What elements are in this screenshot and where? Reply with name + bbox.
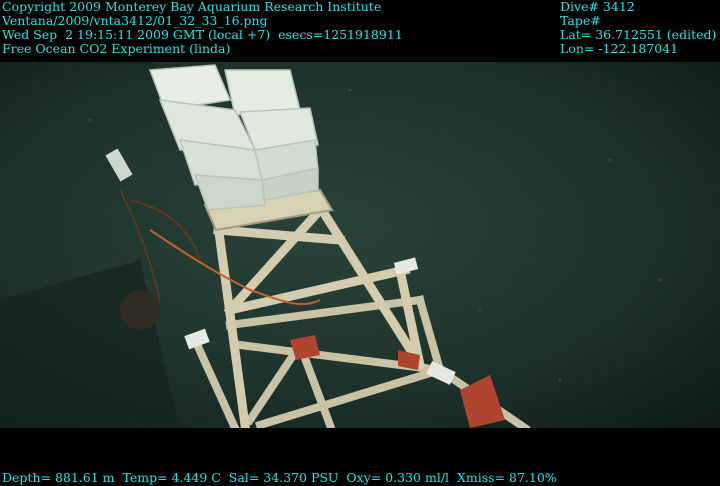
underwater-scene <box>0 60 720 434</box>
copyright-text: Copyright 2009 Monterey Bay Aquarium Res… <box>2 0 382 14</box>
file-path-text: Ventana/2009/vnta3412/01_32_33_16.png <box>2 13 268 28</box>
tape-number: Tape# <box>560 13 601 28</box>
longitude: Lon= -122.187041 <box>560 41 679 56</box>
dive-number: Dive# 3412 <box>560 0 635 14</box>
sensor-readout: Depth= 881.61 m Temp= 4.449 C Sal= 34.37… <box>2 470 557 485</box>
timestamp-text: Wed Sep 2 19:15:11 2009 GMT (local +7) e… <box>2 27 403 42</box>
sensor-ring <box>120 290 160 330</box>
latitude: Lat= 36.712551 (edited) <box>560 27 717 42</box>
experiment-text: Free Ocean CO2 Experiment (linda) <box>2 41 231 56</box>
